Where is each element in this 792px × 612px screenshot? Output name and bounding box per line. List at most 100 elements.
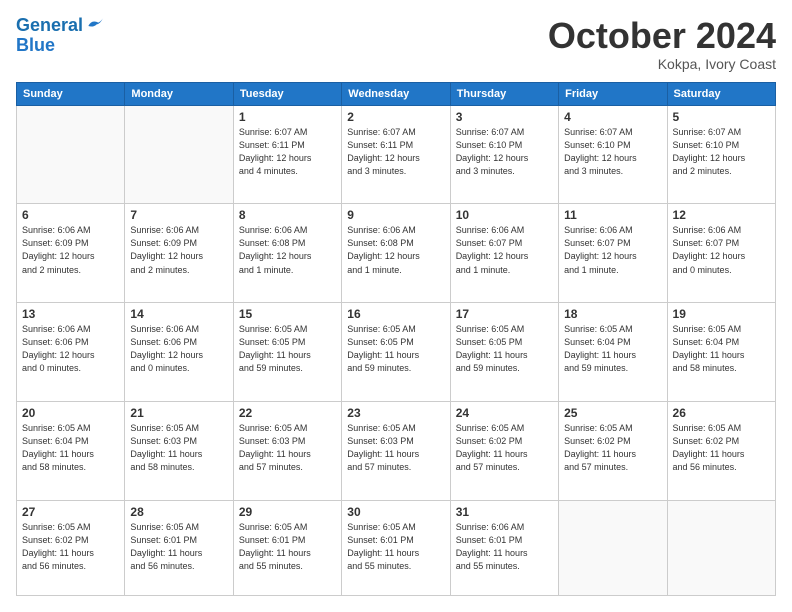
calendar-cell: 22 Sunrise: 6:05 AMSunset: 6:03 PMDayligh… (233, 401, 341, 500)
calendar-cell: 12Sunrise: 6:06 AMSunset: 6:07 PMDayligh… (667, 204, 775, 303)
day-info: Sunrise: 6:05 AMSunset: 6:05 PMDaylight:… (239, 323, 336, 375)
calendar-cell: 20Sunrise: 6:05 AMSunset: 6:04 PMDayligh… (17, 401, 125, 500)
calendar-week-5: 27Sunrise: 6:05 AMSunset: 6:02 PMDayligh… (17, 500, 776, 595)
calendar-cell: 30Sunrise: 6:05 AMSunset: 6:01 PMDayligh… (342, 500, 450, 595)
calendar-cell: 25 Sunrise: 6:05 AMSunset: 6:02 PMDayligh… (559, 401, 667, 500)
calendar-header-saturday: Saturday (667, 82, 775, 105)
day-number: 16 (347, 307, 444, 321)
day-info: Sunrise: 6:05 AMSunset: 6:04 PMDaylight:… (22, 422, 119, 474)
calendar-cell: 7Sunrise: 6:06 AMSunset: 6:09 PMDaylight… (125, 204, 233, 303)
day-number: 29 (239, 505, 336, 519)
day-number: 4 (564, 110, 661, 124)
day-number: 17 (456, 307, 553, 321)
day-info: Sunrise: 6:07 AMSunset: 6:10 PMDaylight:… (673, 126, 770, 178)
calendar-header-monday: Monday (125, 82, 233, 105)
day-number: 27 (22, 505, 119, 519)
calendar-cell: 8Sunrise: 6:06 AMSunset: 6:08 PMDaylight… (233, 204, 341, 303)
calendar-cell: 11 Sunrise: 6:06 AMSunset: 6:07 PMDayligh… (559, 204, 667, 303)
calendar-cell: 15 Sunrise: 6:05 AMSunset: 6:05 PMDayligh… (233, 303, 341, 402)
day-number: 8 (239, 208, 336, 222)
day-number: 23 (347, 406, 444, 420)
day-info: Sunrise: 6:05 AMSunset: 6:03 PMDaylight:… (130, 422, 227, 474)
calendar-cell: 17 Sunrise: 6:05 AMSunset: 6:05 PMDayligh… (450, 303, 558, 402)
calendar-cell: 24 Sunrise: 6:05 AMSunset: 6:02 PMDayligh… (450, 401, 558, 500)
calendar-header-tuesday: Tuesday (233, 82, 341, 105)
page: General Blue October 2024 Kokpa, Ivory C… (0, 0, 792, 612)
calendar-cell: 10 Sunrise: 6:06 AMSunset: 6:07 PMDayligh… (450, 204, 558, 303)
day-info: Sunrise: 6:06 AMSunset: 6:07 PMDaylight:… (673, 224, 770, 276)
calendar-cell: 2 Sunrise: 6:07 AMSunset: 6:11 PMDaylight… (342, 105, 450, 204)
calendar-cell: 3 Sunrise: 6:07 AMSunset: 6:10 PMDaylight… (450, 105, 558, 204)
location: Kokpa, Ivory Coast (548, 56, 776, 72)
calendar-cell: 5 Sunrise: 6:07 AMSunset: 6:10 PMDaylight… (667, 105, 775, 204)
day-number: 10 (456, 208, 553, 222)
calendar-cell: 6 Sunrise: 6:06 AMSunset: 6:09 PMDaylight… (17, 204, 125, 303)
calendar-header-thursday: Thursday (450, 82, 558, 105)
calendar-cell: 26 Sunrise: 6:05 AMSunset: 6:02 PMDayligh… (667, 401, 775, 500)
day-number: 5 (673, 110, 770, 124)
calendar-cell: 16 Sunrise: 6:05 AMSunset: 6:05 PMDayligh… (342, 303, 450, 402)
day-info: Sunrise: 6:07 AMSunset: 6:10 PMDaylight:… (564, 126, 661, 178)
day-number: 1 (239, 110, 336, 124)
calendar-header-sunday: Sunday (17, 82, 125, 105)
day-info: Sunrise: 6:05 AMSunset: 6:02 PMDaylight:… (456, 422, 553, 474)
calendar-cell: 31 Sunrise: 6:06 AMSunset: 6:01 PMDayligh… (450, 500, 558, 595)
day-number: 18 (564, 307, 661, 321)
title-block: October 2024 Kokpa, Ivory Coast (548, 16, 776, 72)
day-number: 11 (564, 208, 661, 222)
day-number: 3 (456, 110, 553, 124)
day-number: 13 (22, 307, 119, 321)
day-info: Sunrise: 6:05 AMSunset: 6:04 PMDaylight:… (564, 323, 661, 375)
day-number: 19 (673, 307, 770, 321)
day-info: Sunrise: 6:07 AMSunset: 6:11 PMDaylight:… (239, 126, 336, 178)
day-number: 30 (347, 505, 444, 519)
month-title: October 2024 (548, 16, 776, 56)
calendar-cell (559, 500, 667, 595)
day-info: Sunrise: 6:06 AMSunset: 6:01 PMDaylight:… (456, 521, 553, 573)
calendar-header-friday: Friday (559, 82, 667, 105)
day-info: Sunrise: 6:05 AMSunset: 6:01 PMDaylight:… (130, 521, 227, 573)
logo-bird-icon (85, 16, 105, 36)
day-info: Sunrise: 6:06 AMSunset: 6:08 PMDaylight:… (347, 224, 444, 276)
day-number: 31 (456, 505, 553, 519)
calendar-cell (17, 105, 125, 204)
day-number: 26 (673, 406, 770, 420)
day-info: Sunrise: 6:05 AMSunset: 6:02 PMDaylight:… (673, 422, 770, 474)
day-info: Sunrise: 6:05 AMSunset: 6:01 PMDaylight:… (239, 521, 336, 573)
calendar-cell: 13 Sunrise: 6:06 AMSunset: 6:06 PMDayligh… (17, 303, 125, 402)
day-number: 25 (564, 406, 661, 420)
day-info: Sunrise: 6:05 AMSunset: 6:05 PMDaylight:… (456, 323, 553, 375)
day-number: 2 (347, 110, 444, 124)
day-info: Sunrise: 6:06 AMSunset: 6:07 PMDaylight:… (456, 224, 553, 276)
calendar-table: SundayMondayTuesdayWednesdayThursdayFrid… (16, 82, 776, 596)
day-number: 22 (239, 406, 336, 420)
day-number: 15 (239, 307, 336, 321)
calendar-week-2: 6 Sunrise: 6:06 AMSunset: 6:09 PMDaylight… (17, 204, 776, 303)
day-info: Sunrise: 6:05 AMSunset: 6:05 PMDaylight:… (347, 323, 444, 375)
calendar-week-3: 13 Sunrise: 6:06 AMSunset: 6:06 PMDayligh… (17, 303, 776, 402)
day-number: 6 (22, 208, 119, 222)
calendar-cell: 21 Sunrise: 6:05 AMSunset: 6:03 PMDayligh… (125, 401, 233, 500)
calendar-cell: 23Sunrise: 6:05 AMSunset: 6:03 PMDayligh… (342, 401, 450, 500)
day-info: Sunrise: 6:07 AMSunset: 6:10 PMDaylight:… (456, 126, 553, 178)
day-info: Sunrise: 6:06 AMSunset: 6:06 PMDaylight:… (130, 323, 227, 375)
calendar-cell: 4 Sunrise: 6:07 AMSunset: 6:10 PMDaylight… (559, 105, 667, 204)
day-number: 21 (130, 406, 227, 420)
day-info: Sunrise: 6:07 AMSunset: 6:11 PMDaylight:… (347, 126, 444, 178)
day-info: Sunrise: 6:05 AMSunset: 6:03 PMDaylight:… (239, 422, 336, 474)
calendar-cell: 19Sunrise: 6:05 AMSunset: 6:04 PMDayligh… (667, 303, 775, 402)
calendar-cell: 28 Sunrise: 6:05 AMSunset: 6:01 PMDayligh… (125, 500, 233, 595)
day-number: 9 (347, 208, 444, 222)
calendar-week-4: 20Sunrise: 6:05 AMSunset: 6:04 PMDayligh… (17, 401, 776, 500)
day-info: Sunrise: 6:06 AMSunset: 6:09 PMDaylight:… (22, 224, 119, 276)
day-number: 14 (130, 307, 227, 321)
calendar-cell: 9 Sunrise: 6:06 AMSunset: 6:08 PMDaylight… (342, 204, 450, 303)
calendar-week-1: 1 Sunrise: 6:07 AMSunset: 6:11 PMDaylight… (17, 105, 776, 204)
calendar-cell: 14 Sunrise: 6:06 AMSunset: 6:06 PMDayligh… (125, 303, 233, 402)
day-number: 24 (456, 406, 553, 420)
day-info: Sunrise: 6:06 AMSunset: 6:07 PMDaylight:… (564, 224, 661, 276)
day-number: 28 (130, 505, 227, 519)
calendar-cell (667, 500, 775, 595)
day-info: Sunrise: 6:06 AMSunset: 6:06 PMDaylight:… (22, 323, 119, 375)
day-info: Sunrise: 6:05 AMSunset: 6:02 PMDaylight:… (564, 422, 661, 474)
